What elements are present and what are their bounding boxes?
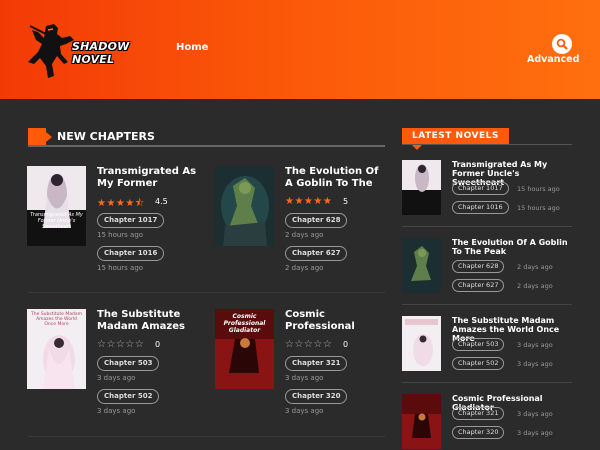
rating-value: 4.5: [155, 197, 168, 206]
novel-title[interactable]: The Evolution Of A Goblin To The Peak: [285, 166, 389, 190]
sidebar-underline: [402, 144, 572, 145]
site-logo[interactable]: SHADOW NOVEL: [24, 18, 164, 80]
chapter-time: 3 days ago: [517, 410, 553, 418]
chapter-time: 3 days ago: [97, 374, 136, 382]
chapter-time: 3 days ago: [517, 360, 553, 368]
chapter-time: 2 days ago: [285, 231, 324, 239]
section-underline: [28, 145, 385, 147]
sidebar-divider: [402, 226, 572, 227]
chapter-link[interactable]: Chapter 1016: [97, 246, 165, 261]
novel-title[interactable]: Cosmic Professional Gladiator: [285, 309, 389, 333]
section-title: NEW CHAPTERS: [57, 130, 155, 143]
cover-text: The Substitute Madam Amazes the World On…: [31, 312, 82, 327]
sidebar-novel-item[interactable]: The Evolution Of A Goblin To The Peak Ch…: [402, 238, 572, 298]
sidebar-novel-title[interactable]: The Evolution Of A Goblin To The Peak: [452, 238, 572, 256]
chapter-time: 3 days ago: [285, 407, 324, 415]
book-cover[interactable]: Transmigrated As My Former Uncle's Sweet…: [27, 166, 86, 246]
sidebar-novel-item[interactable]: The Substitute Madam Amazes the World On…: [402, 316, 572, 376]
chapter-link[interactable]: Chapter 627: [285, 246, 348, 261]
latest-novels-title: LATEST NOVELS: [402, 128, 509, 150]
book-cover[interactable]: The Substitute Madam Amazes the World On…: [27, 309, 86, 389]
novel-title[interactable]: Transmigrated As My Former Uncle`s...: [97, 166, 201, 190]
cover-text: Transmigrated As My Former Uncle's Sweet…: [30, 212, 83, 230]
novel-card[interactable]: Cosmic Professional Gladiator Cosmic Pro…: [215, 309, 390, 429]
rating-value: 0: [155, 340, 161, 349]
book-cover-thumb[interactable]: [402, 316, 441, 371]
logo-text: SHADOW NOVEL: [72, 40, 130, 66]
chapter-time: 2 days ago: [517, 282, 553, 290]
rating-value: 0: [343, 340, 349, 349]
chapter-link[interactable]: Chapter 502: [452, 357, 505, 370]
book-cover-thumb[interactable]: [402, 160, 441, 215]
book-cover[interactable]: [215, 166, 274, 246]
book-cover-thumb[interactable]: [402, 394, 441, 449]
chapter-link[interactable]: Chapter 628: [452, 260, 505, 273]
chapter-link[interactable]: Chapter 627: [452, 279, 505, 292]
search-icon: [556, 38, 568, 50]
chapter-link[interactable]: Chapter 321: [452, 407, 505, 420]
star-rating: ☆☆☆☆☆: [285, 339, 333, 350]
chapter-time: 15 hours ago: [517, 185, 560, 193]
section-marker: [28, 128, 52, 146]
rating-value: 5: [343, 197, 349, 206]
chapter-link[interactable]: Chapter 321: [285, 356, 348, 371]
novel-card[interactable]: Transmigrated As My Former Uncle's Sweet…: [27, 166, 202, 286]
chapter-link[interactable]: Chapter 320: [285, 389, 348, 404]
chapter-link[interactable]: Chapter 1016: [452, 201, 509, 214]
chapter-link[interactable]: Chapter 1017: [452, 182, 509, 195]
row-divider: [28, 436, 385, 437]
site-header: SHADOW NOVEL Home Advanced: [0, 0, 600, 99]
chapter-time: 3 days ago: [517, 341, 553, 349]
novel-title[interactable]: The Substitute Madam Amazes th...: [97, 309, 201, 333]
book-cover-thumb[interactable]: [402, 238, 441, 293]
novel-card[interactable]: The Substitute Madam Amazes the World On…: [27, 309, 202, 429]
chapter-link[interactable]: Chapter 320: [452, 426, 505, 439]
chapter-time: 3 days ago: [97, 407, 136, 415]
search-button[interactable]: [552, 34, 572, 54]
novel-card[interactable]: The Evolution Of A Goblin To The Peak ★★…: [215, 166, 390, 286]
chapter-link[interactable]: Chapter 628: [285, 213, 348, 228]
book-cover[interactable]: Cosmic Professional Gladiator: [215, 309, 274, 389]
sidebar-divider: [402, 304, 572, 305]
chapter-time: 15 hours ago: [97, 231, 144, 239]
chapter-time: 3 days ago: [285, 374, 324, 382]
cover-text: Cosmic Professional Gladiator: [223, 313, 266, 334]
nav-home-link[interactable]: Home: [176, 42, 208, 53]
star-rating: ★★★★⯪: [97, 198, 145, 209]
sidebar-divider: [402, 382, 572, 383]
chapter-time: 2 days ago: [285, 264, 324, 272]
sidebar-novel-item[interactable]: Cosmic Professional Gladiator Chapter 32…: [402, 394, 572, 450]
chapter-link[interactable]: Chapter 503: [452, 338, 505, 351]
chapter-link[interactable]: Chapter 503: [97, 356, 160, 371]
chapter-time: 3 days ago: [517, 429, 553, 437]
row-divider: [28, 292, 385, 293]
chapter-time: 15 hours ago: [517, 204, 560, 212]
sidebar-novel-item[interactable]: Transmigrated As My Former Uncle's Sweet…: [402, 160, 572, 220]
star-rating: ★★★★★: [285, 196, 333, 207]
chapter-time: 2 days ago: [517, 263, 553, 271]
chapter-link[interactable]: Chapter 502: [97, 389, 160, 404]
chapter-time: 15 hours ago: [97, 264, 144, 272]
advanced-search-link[interactable]: Advanced: [527, 54, 579, 65]
star-rating: ☆☆☆☆☆: [97, 339, 145, 350]
chapter-link[interactable]: Chapter 1017: [97, 213, 165, 228]
